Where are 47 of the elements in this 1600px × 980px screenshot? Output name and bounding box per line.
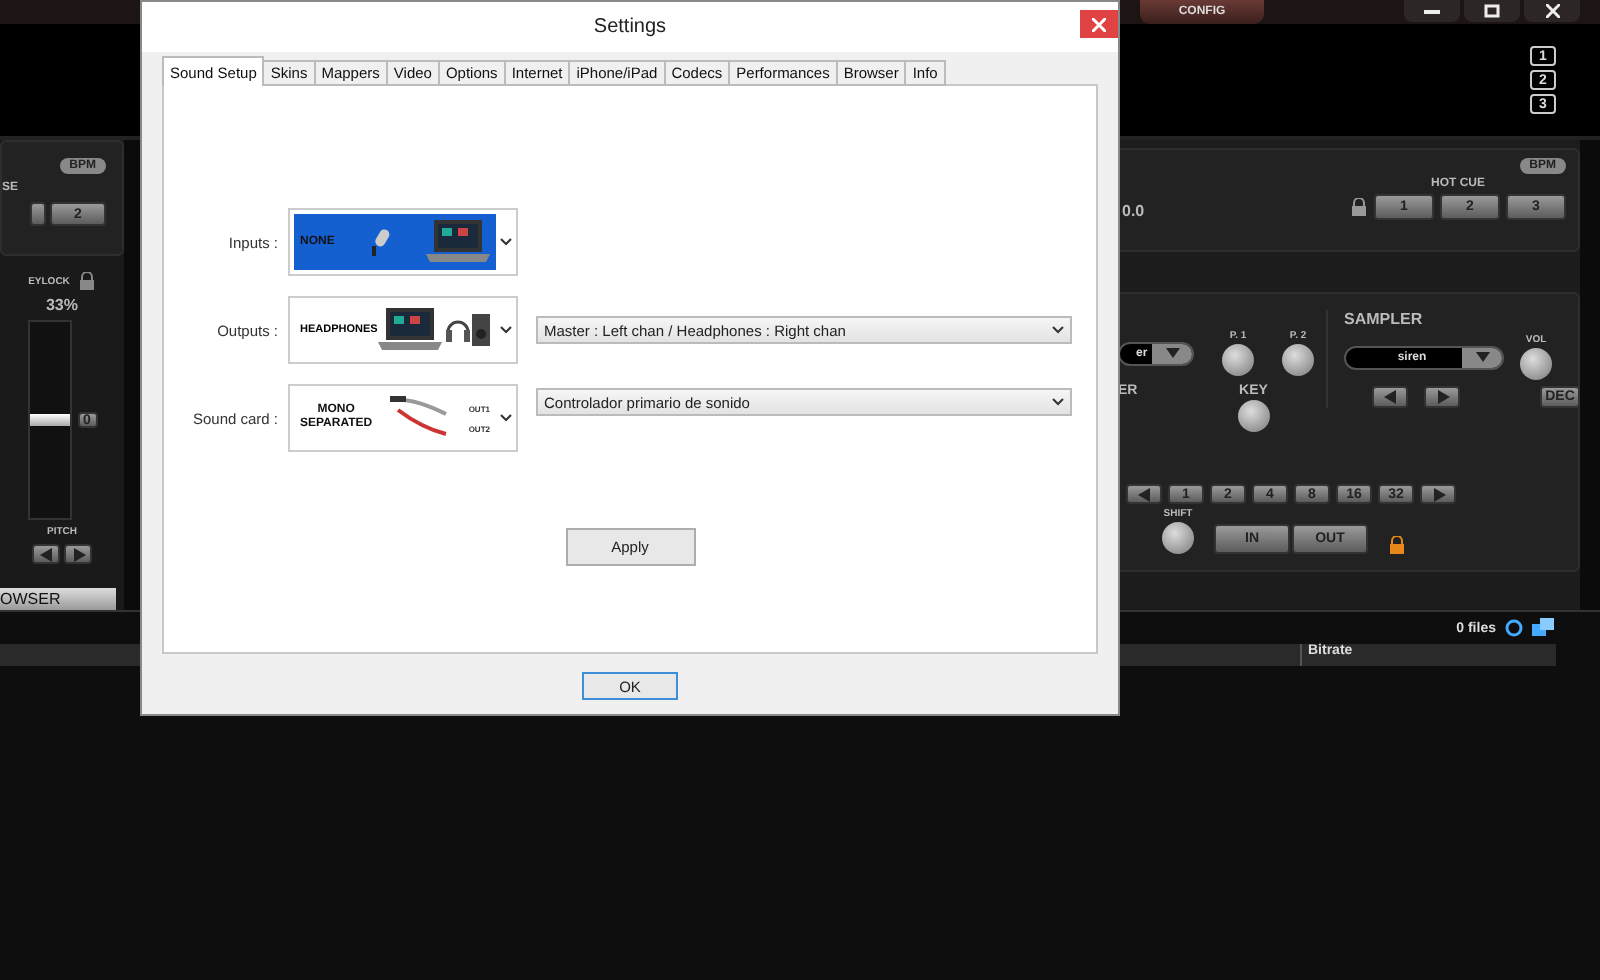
close-icon: [1545, 4, 1559, 18]
chevron-icon: [500, 326, 512, 334]
cables-drawing: [390, 394, 451, 442]
loop-up-button[interactable]: [1420, 484, 1456, 504]
pitch-value: 33%: [45, 296, 78, 314]
chevron-icon: [1052, 398, 1064, 406]
window-title: Settings: [593, 16, 667, 38]
down-arrow-icon: [1165, 348, 1179, 358]
right-arrow-icon: [1431, 487, 1445, 501]
laptop-icon: [378, 306, 443, 354]
microphone-icon: [368, 228, 393, 256]
speaker-icon: [471, 314, 490, 346]
lock-icon: [1350, 198, 1368, 216]
library-tab[interactable]: OWSER: [0, 588, 116, 610]
pitch-up-button[interactable]: [64, 544, 92, 564]
maximize-icon: [1484, 4, 1500, 18]
left-arrow-icon: [1383, 390, 1397, 404]
right-arrow-icon: [71, 547, 85, 561]
left-arrow-icon: [1137, 487, 1151, 501]
sampler-title: SAMPLER: [1344, 310, 1423, 328]
chevron-icon: [1052, 326, 1064, 334]
param-knob[interactable]: [1282, 344, 1314, 376]
chevron-icon: [500, 238, 512, 246]
lock-icon: [77, 272, 96, 290]
pitch-fader[interactable]: [27, 320, 71, 520]
windows-icon: [1532, 618, 1556, 638]
down-arrow-icon: [1475, 352, 1489, 362]
right-arrow-icon: [1435, 390, 1449, 404]
cue-button[interactable]: [30, 202, 46, 226]
chevron-icon: [500, 414, 512, 422]
close-button[interactable]: [1524, 0, 1580, 22]
maximize-button[interactable]: [1464, 0, 1520, 22]
lock-icon: [1388, 536, 1406, 554]
next-sample-button[interactable]: [1424, 386, 1460, 408]
laptop-icon: [426, 218, 490, 266]
minimize-button[interactable]: [1404, 0, 1460, 22]
param-knob[interactable]: [1222, 344, 1254, 376]
left-arrow-icon: [39, 547, 53, 561]
deck-reading: 0.0: [1120, 202, 1145, 220]
volume-knob[interactable]: [1520, 348, 1552, 380]
minimize-icon: [1424, 9, 1440, 13]
close-icon: [1092, 17, 1106, 31]
shift-knob[interactable]: [1162, 522, 1194, 554]
previous-sample-button[interactable]: [1372, 386, 1408, 408]
loop-down-button[interactable]: [1126, 484, 1162, 504]
pitch-down-button[interactable]: [32, 544, 60, 564]
key-knob[interactable]: [1237, 400, 1270, 432]
